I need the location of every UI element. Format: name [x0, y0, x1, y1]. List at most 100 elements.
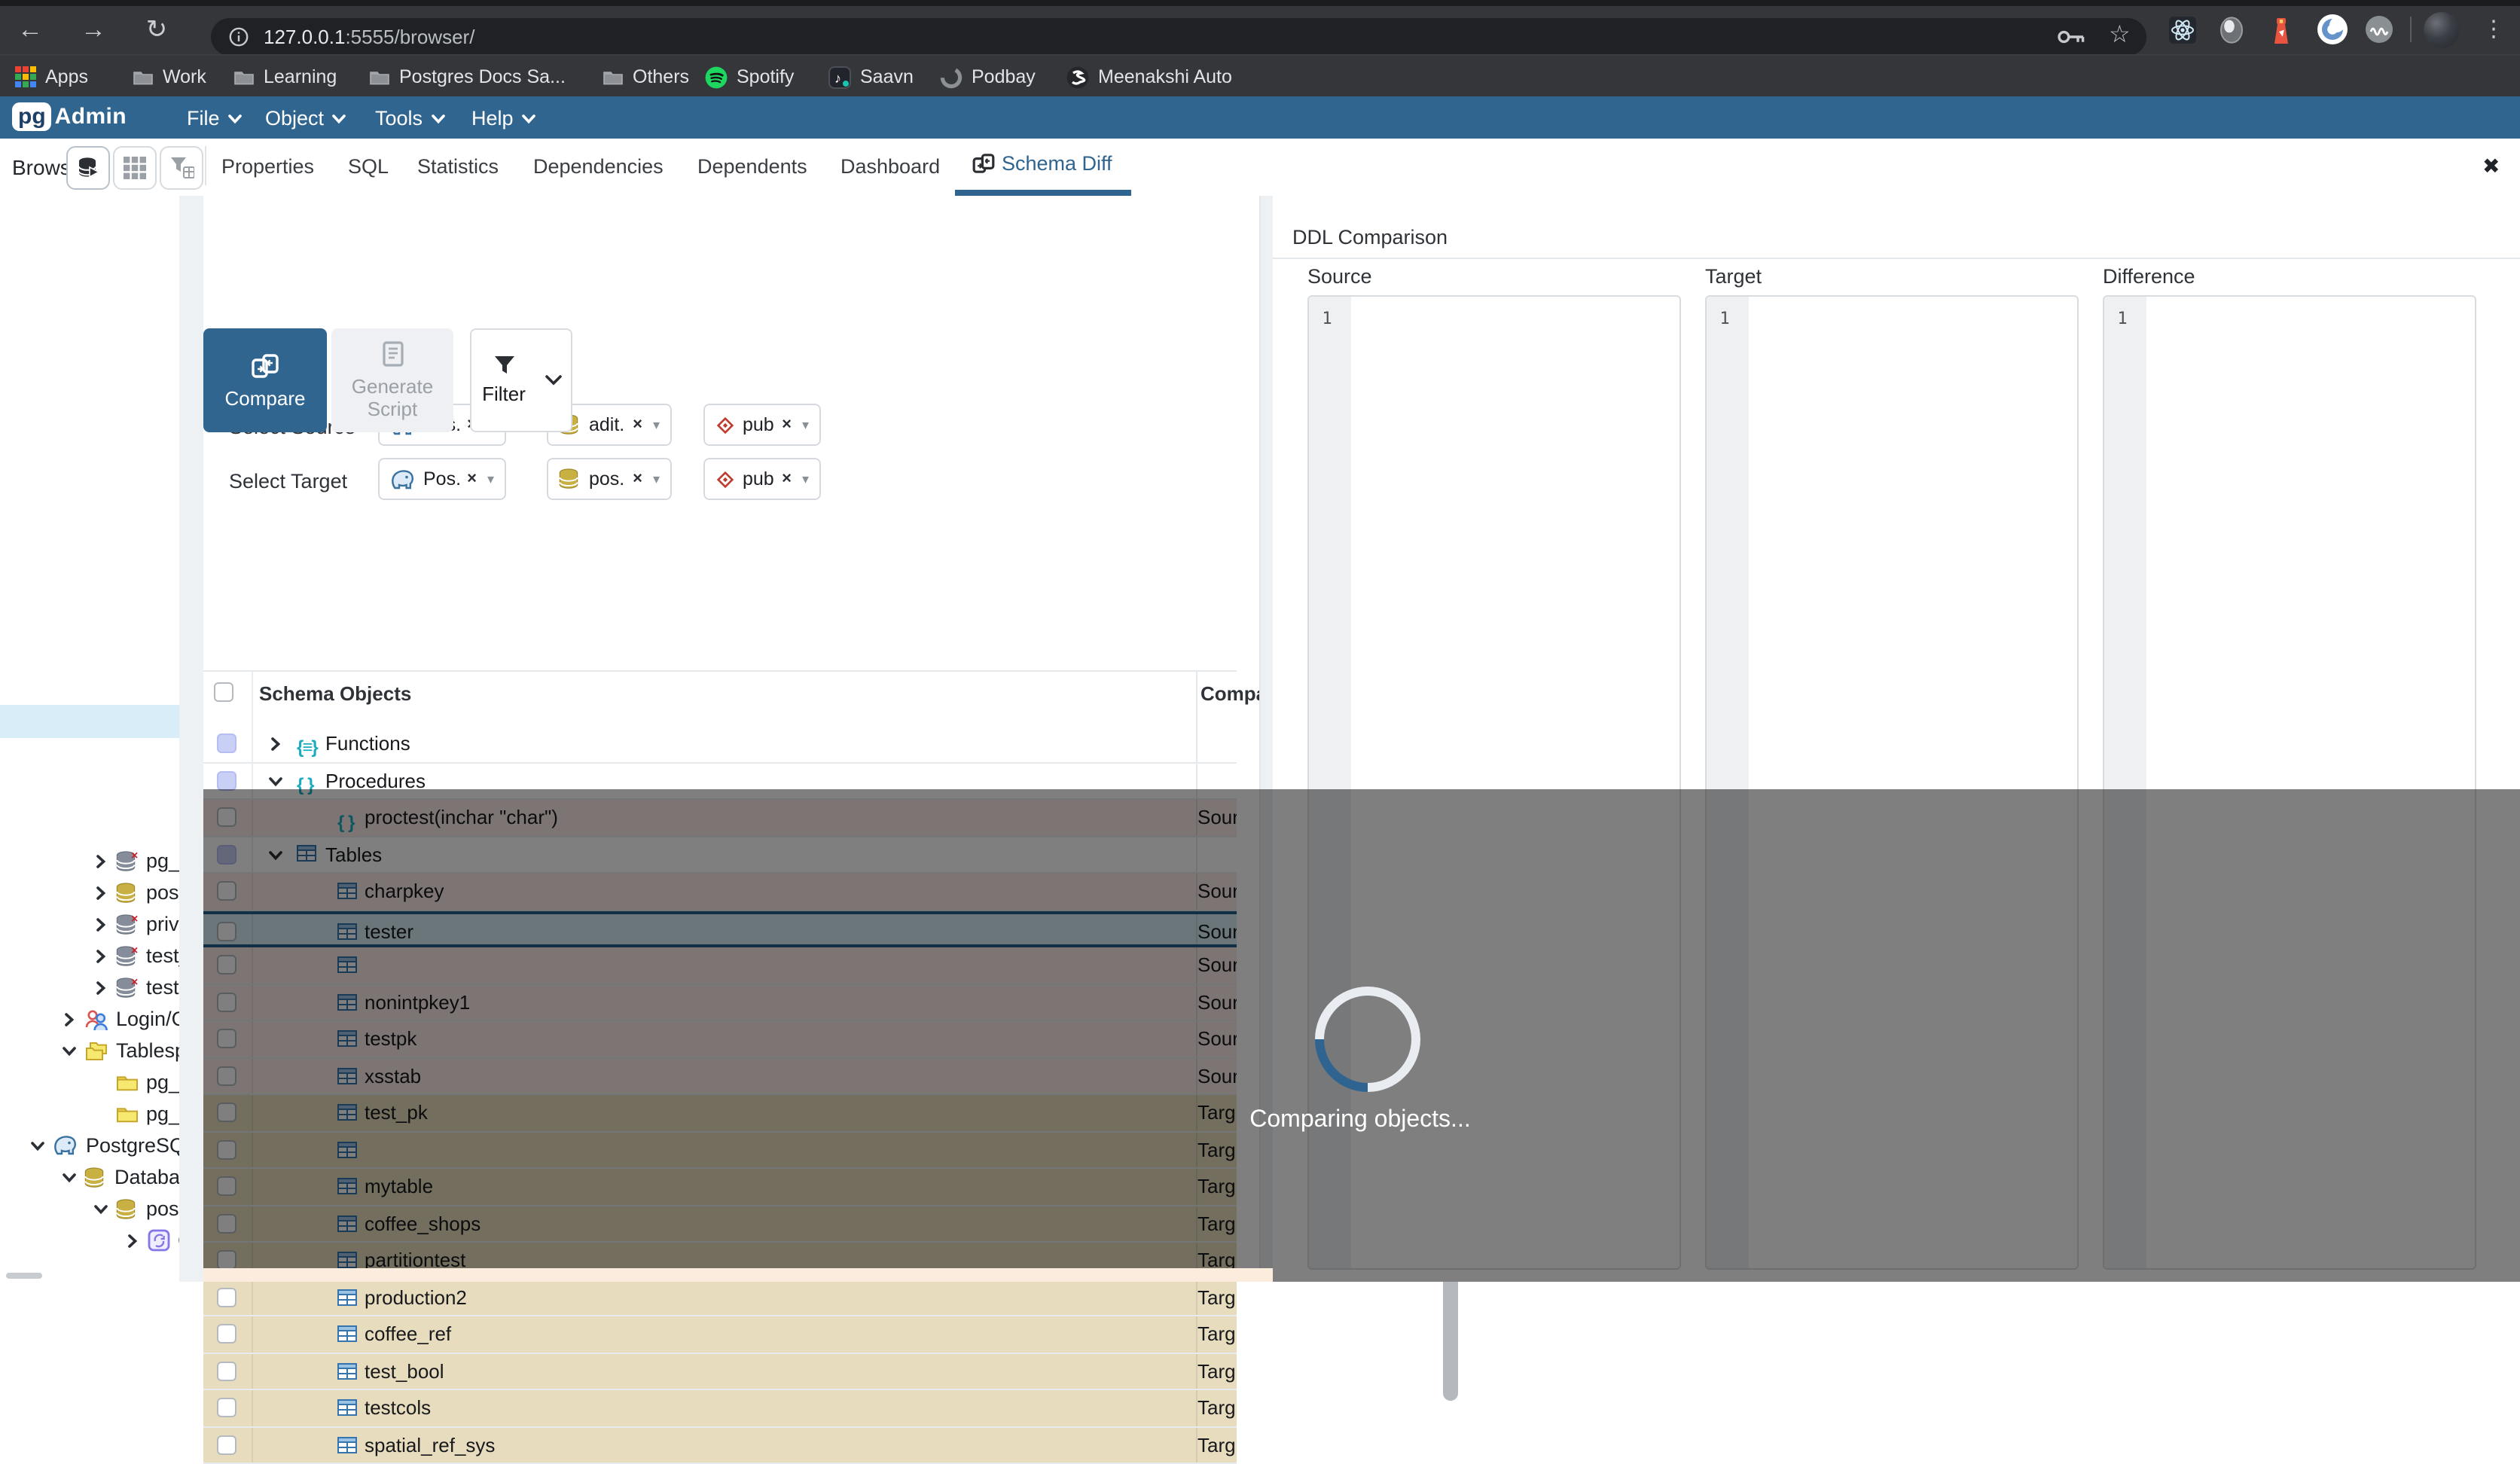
table-row-test-bool[interactable]: test_boolTarg	[203, 1353, 1237, 1390]
tree-item-pg-g[interactable]: pg_g	[93, 1098, 179, 1130]
clear-icon[interactable]: ×	[782, 416, 792, 434]
oval-extension-icon[interactable]	[2219, 17, 2244, 44]
chevron-right-icon[interactable]	[93, 980, 114, 995]
lighthouse-extension-icon[interactable]	[2270, 15, 2293, 45]
bookmark-apps[interactable]: Apps	[15, 63, 88, 90]
bookmark-others[interactable]: Others	[603, 63, 689, 90]
close-icon[interactable]: ✖	[2482, 154, 2500, 179]
menu-help[interactable]: Help	[471, 107, 536, 130]
menu-file[interactable]: File	[187, 107, 243, 130]
react-extension-icon[interactable]	[2169, 17, 2196, 44]
caret-down-icon[interactable]: ▾	[653, 416, 660, 433]
chevron-down-icon[interactable]	[62, 1043, 83, 1058]
tree-item-test-[interactable]: ×test_	[93, 940, 179, 971]
menu-label: Object	[265, 107, 324, 130]
bookmark-learning[interactable]: Learning	[233, 63, 337, 90]
tab-properties[interactable]: Properties	[221, 155, 314, 178]
filter-button[interactable]: Filter	[470, 328, 538, 432]
row-checkbox[interactable]	[217, 734, 236, 753]
row-checkbox[interactable]	[217, 1361, 236, 1380]
reload-icon[interactable]: ↻	[139, 12, 175, 48]
clear-icon[interactable]: ×	[633, 416, 642, 434]
avatar[interactable]	[2424, 12, 2460, 48]
caret-down-icon[interactable]: ▾	[653, 471, 660, 487]
back-icon[interactable]: ←	[12, 12, 48, 48]
address-bar[interactable]: 127.0.0.1:5555/browser/ ☆	[211, 18, 2146, 56]
caret-down-icon[interactable]: ▾	[802, 471, 809, 487]
bookmark-saavn[interactable]: ♪Saavn	[828, 63, 914, 90]
clear-icon[interactable]: ×	[467, 470, 477, 488]
tree-item-pg-r[interactable]: ×pg_r	[93, 845, 179, 877]
bookmark-work[interactable]: Work	[133, 63, 206, 90]
chevron-right-icon[interactable]	[93, 885, 114, 900]
tab-dashboard[interactable]: Dashboard	[841, 155, 940, 178]
forward-icon[interactable]: →	[75, 12, 111, 48]
tab-schema-diff[interactable]: Schema Diff	[972, 152, 1112, 175]
row-checkbox[interactable]	[217, 1287, 236, 1307]
menu-dots-icon[interactable]: ⋮	[2482, 12, 2505, 48]
table-row-production2[interactable]: production2Targ	[203, 1279, 1237, 1316]
chevron-right-icon[interactable]	[93, 948, 114, 963]
panel-splitter-left[interactable]	[179, 196, 205, 1282]
tab-dependents[interactable]: Dependents	[697, 155, 807, 178]
tree-item-testi[interactable]: ×testi	[93, 971, 179, 1003]
view-data-button[interactable]	[66, 146, 110, 190]
star-icon[interactable]: ☆	[2109, 20, 2131, 50]
tab-statistics[interactable]: Statistics	[417, 155, 499, 178]
generate-script-button[interactable]: Generate Script	[331, 328, 453, 432]
tree-item-databas[interactable]: Databas	[62, 1161, 179, 1193]
chevron-down-icon[interactable]	[93, 1201, 114, 1216]
caret-down-icon[interactable]: ▾	[802, 416, 809, 433]
grid-button[interactable]	[113, 146, 157, 190]
tree-item-login-g[interactable]: Login/G	[62, 1003, 179, 1035]
caret-down-icon[interactable]: ▾	[487, 471, 494, 487]
bookmark-spotify[interactable]: Spotify	[705, 63, 794, 90]
swirl-extension-icon[interactable]	[2317, 14, 2348, 45]
tree-item-c[interactable]: C	[125, 1225, 179, 1256]
tree-item-post[interactable]: post	[93, 877, 179, 908]
filter-dropdown-button[interactable]	[536, 328, 572, 432]
row-checkbox[interactable]	[217, 1435, 236, 1454]
tree-item-postgresq[interactable]: PostgreSQ	[30, 1130, 179, 1161]
bookmark-podbay[interactable]: Podbay	[940, 63, 1036, 90]
tree-item-post[interactable]: post	[93, 1193, 179, 1225]
chevron-right-icon[interactable]	[93, 917, 114, 932]
clear-icon[interactable]: ×	[782, 470, 792, 488]
select-all-checkbox[interactable]	[214, 682, 233, 702]
row-checkbox[interactable]	[217, 1398, 236, 1417]
target-select-0[interactable]: Pos...×▾	[378, 458, 506, 500]
table-row-testcols[interactable]: testcolsTarg	[203, 1390, 1237, 1427]
row-checkbox[interactable]	[217, 1324, 236, 1344]
source-select-2[interactable]: publ...×▾	[703, 404, 821, 446]
row-checkbox[interactable]	[217, 770, 236, 790]
clear-icon[interactable]: ×	[633, 470, 642, 488]
tree-item-tablesp[interactable]: Tablesp	[62, 1035, 179, 1066]
target-select-2[interactable]: publ...×▾	[703, 458, 821, 500]
table-row-coffee-ref[interactable]: coffee_refTarg	[203, 1316, 1237, 1353]
chevron-down-icon[interactable]	[62, 1170, 83, 1185]
tab-sql[interactable]: SQL	[348, 155, 389, 178]
sidebar-horizontal-scrollbar[interactable]	[6, 1273, 42, 1279]
chevron-right-icon[interactable]	[93, 853, 114, 868]
bookmark-postgres-docs-sa-[interactable]: Postgres Docs Sa...	[369, 63, 566, 90]
chevron-right-icon[interactable]	[268, 737, 283, 752]
table-row-spatial-ref-sys[interactable]: spatial_ref_sysTarg	[203, 1427, 1237, 1464]
target-select-1[interactable]: pos...×▾	[547, 458, 672, 500]
menu-object[interactable]: Object	[265, 107, 346, 130]
tree-item-pg-d[interactable]: pg_d	[93, 1066, 179, 1098]
table-row-functions[interactable]: {≡}Functions	[203, 726, 1237, 763]
tab-dependencies[interactable]: Dependencies	[533, 155, 664, 178]
tree-selected-row[interactable]	[0, 705, 179, 738]
tree-item-privt[interactable]: ×privt	[93, 908, 179, 940]
wave-extension-icon[interactable]	[2365, 15, 2393, 44]
chevron-right-icon[interactable]	[62, 1011, 83, 1026]
chevron-right-icon[interactable]	[125, 1233, 146, 1248]
info-icon[interactable]	[229, 27, 249, 47]
menu-tools[interactable]: Tools	[375, 107, 445, 130]
chevron-down-icon[interactable]	[30, 1138, 51, 1153]
key-icon[interactable]	[2058, 29, 2086, 45]
bookmark-meenakshi-auto[interactable]: Meenakshi Auto	[1066, 63, 1232, 90]
compare-button[interactable]: Compare	[203, 328, 327, 432]
filtered-rows-button[interactable]	[160, 146, 203, 190]
chevron-down-icon[interactable]	[268, 773, 283, 788]
